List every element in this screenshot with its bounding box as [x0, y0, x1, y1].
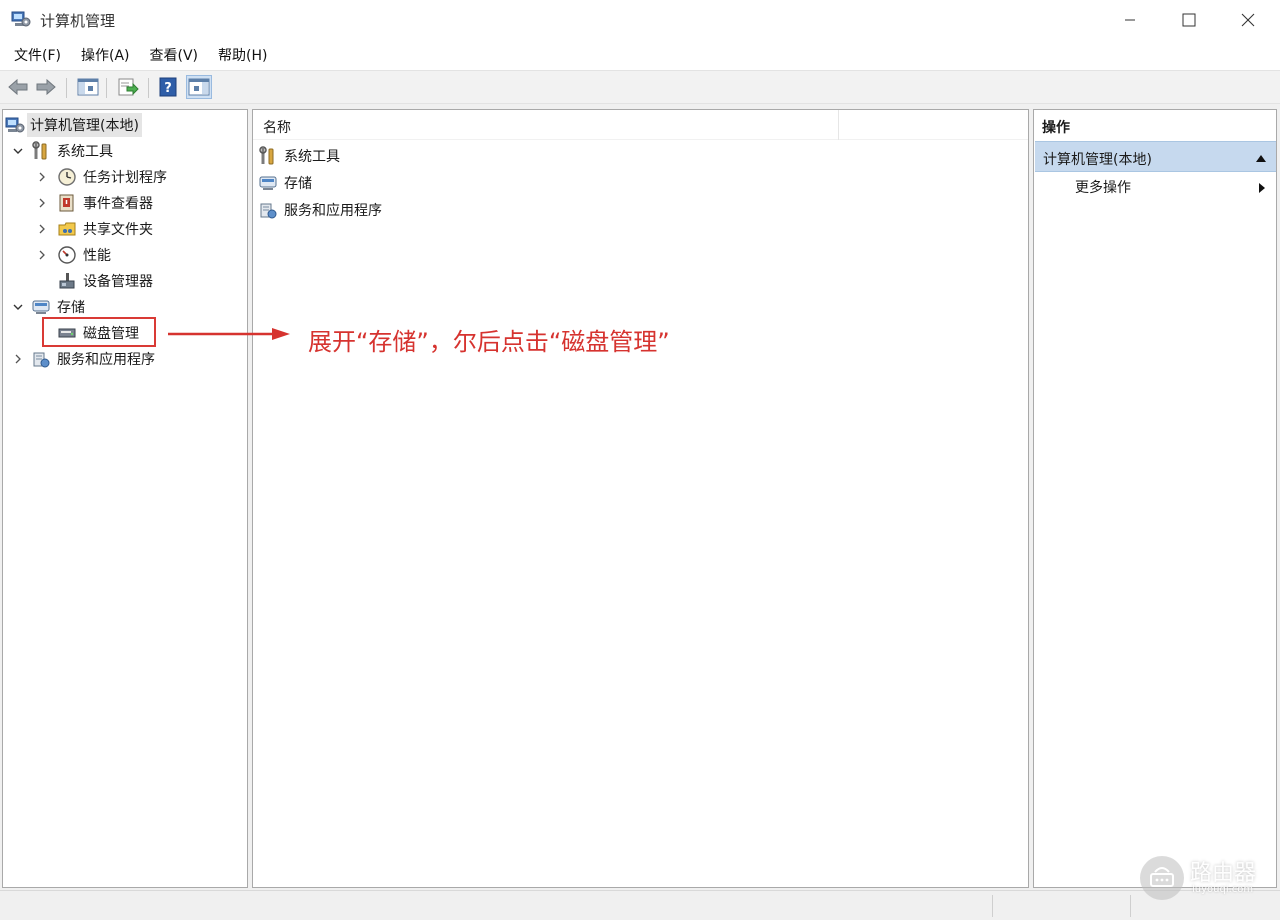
toolbar: ?	[0, 70, 1280, 104]
chevron-down-icon[interactable]	[11, 300, 25, 314]
tree-item-label: 设备管理器	[83, 274, 153, 290]
export-list-icon	[118, 78, 139, 96]
title-bar: 计算机管理	[0, 0, 1280, 40]
actions-title: 操作	[1042, 120, 1070, 136]
tree-item-label: 事件查看器	[83, 196, 153, 212]
chevron-right-icon[interactable]	[35, 170, 49, 184]
computer-management-icon	[10, 8, 32, 30]
forward-button[interactable]	[34, 76, 58, 98]
forward-arrow-icon	[36, 79, 56, 95]
show-hide-action-pane-icon	[188, 78, 210, 96]
watermark-text: 路由器	[1190, 861, 1257, 886]
minimize-button[interactable]	[1100, 0, 1160, 40]
watermark-subtext: luyouqi.com	[1192, 884, 1254, 895]
list-item-label: 系统工具	[284, 148, 340, 165]
more-actions-link[interactable]: 更多操作	[1075, 177, 1131, 197]
annotation-highlight-box	[42, 317, 156, 347]
help-icon: ?	[159, 77, 177, 97]
tree-item-event-viewer[interactable]: 事件查看器	[35, 190, 153, 216]
toolbar-separator	[148, 78, 149, 98]
list-item-label: 服务和应用程序	[284, 202, 382, 219]
submenu-arrow-icon	[1257, 182, 1267, 198]
export-list-button[interactable]	[116, 76, 140, 98]
show-hide-action-pane-button[interactable]	[186, 75, 212, 99]
help-button[interactable]: ?	[156, 76, 180, 98]
collapse-up-icon[interactable]	[1255, 151, 1267, 167]
maximize-icon	[1182, 13, 1196, 27]
actions-pane	[1033, 109, 1277, 888]
watermark-router-icon	[1140, 856, 1184, 900]
tree-item-shared-folders[interactable]: 共享文件夹	[35, 216, 153, 242]
actions-section-header[interactable]: 计算机管理(本地)	[1035, 141, 1276, 172]
tree-item-label: 服务和应用程序	[57, 352, 155, 368]
svg-text:?: ?	[164, 81, 172, 96]
storage-icon	[31, 297, 51, 317]
close-icon	[1241, 13, 1255, 27]
chevron-right-icon[interactable]	[35, 222, 49, 236]
computer-management-icon	[5, 115, 25, 135]
tree-item-performance[interactable]: 性能	[35, 242, 111, 268]
back-arrow-icon	[8, 79, 28, 95]
device-manager-icon	[57, 271, 77, 291]
actions-section-label: 计算机管理(本地)	[1043, 152, 1152, 168]
window-title: 计算机管理	[40, 12, 116, 30]
menu-bar: 文件(F) 操作(A) 查看(V) 帮助(H)	[0, 40, 1280, 70]
show-hide-tree-button[interactable]	[76, 76, 100, 98]
performance-gauge-icon	[57, 245, 77, 265]
menu-file[interactable]: 文件(F)	[6, 41, 69, 69]
shared-folder-icon	[57, 219, 77, 239]
chevron-down-icon[interactable]	[11, 144, 25, 158]
tree-root-label: 计算机管理(本地)	[27, 113, 142, 137]
tree-item-label: 存储	[57, 300, 85, 316]
status-divider	[992, 895, 993, 917]
menu-help[interactable]: 帮助(H)	[210, 41, 275, 69]
toolbar-separator	[106, 78, 107, 98]
storage-icon	[258, 173, 278, 193]
system-tools-icon	[258, 145, 278, 166]
annotation-arrow-icon	[168, 328, 290, 340]
toolbar-separator	[66, 78, 67, 98]
tree-root[interactable]: 计算机管理(本地)	[5, 112, 142, 138]
system-tools-icon	[31, 141, 51, 161]
minimize-icon	[1125, 19, 1135, 21]
tree-item-label: 系统工具	[57, 144, 113, 160]
list-item-system-tools[interactable]: 系统工具	[258, 142, 340, 169]
menu-action[interactable]: 操作(A)	[73, 41, 138, 69]
list-header: 名称	[253, 110, 1028, 140]
tree-item-label: 性能	[83, 248, 111, 264]
clock-icon	[57, 167, 77, 187]
tree-item-system-tools[interactable]: 系统工具	[11, 138, 113, 164]
actions-header: 操作	[1034, 110, 1276, 140]
menu-view[interactable]: 查看(V)	[142, 41, 207, 69]
tree-item-task-scheduler[interactable]: 任务计划程序	[35, 164, 167, 190]
maximize-button[interactable]	[1159, 0, 1219, 40]
chevron-right-icon[interactable]	[35, 196, 49, 210]
tree-item-label: 共享文件夹	[83, 222, 153, 238]
event-viewer-icon	[57, 193, 77, 213]
show-hide-console-tree-icon	[77, 78, 99, 96]
back-button[interactable]	[6, 76, 30, 98]
console-tree-pane[interactable]: 计算机管理(本地) 系统工具 任务计划程序 事件查看器 共享文件夹 性能 设备管…	[2, 109, 248, 888]
list-item-storage[interactable]: 存储	[258, 169, 312, 196]
column-divider[interactable]	[838, 110, 839, 140]
services-applications-icon	[258, 200, 278, 220]
list-item-services-applications[interactable]: 服务和应用程序	[258, 196, 382, 223]
tree-item-services-applications[interactable]: 服务和应用程序	[11, 346, 155, 372]
chevron-right-icon[interactable]	[11, 352, 25, 366]
status-divider	[1130, 895, 1131, 917]
status-bar	[0, 890, 1280, 920]
annotation-text: 展开“存储”，尔后点击“磁盘管理”	[308, 328, 670, 356]
column-header-name[interactable]: 名称	[263, 117, 291, 137]
services-applications-icon	[31, 349, 51, 369]
tree-item-label: 任务计划程序	[83, 170, 167, 186]
tree-item-device-manager[interactable]: 设备管理器	[57, 268, 153, 294]
chevron-right-icon[interactable]	[35, 248, 49, 262]
list-item-label: 存储	[284, 175, 312, 192]
content-pane[interactable]	[252, 109, 1029, 888]
close-button[interactable]	[1218, 0, 1278, 40]
